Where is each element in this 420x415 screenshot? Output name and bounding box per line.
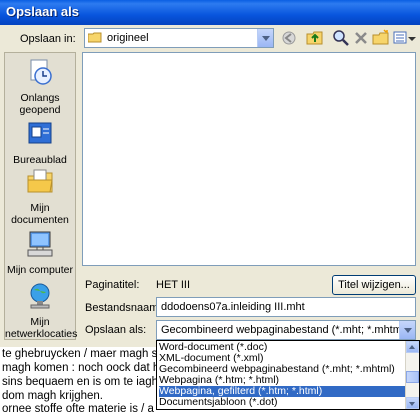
new-folder-icon[interactable] xyxy=(372,29,390,47)
scroll-down-arrow-icon[interactable] xyxy=(406,397,419,409)
change-title-button[interactable]: Titel wijzigen... xyxy=(332,275,416,295)
option-webpage-filtered[interactable]: Webpagina, gefilterd (*.htm; *.html) xyxy=(159,386,405,397)
document-line: sins bequaem en is om te iagh xyxy=(2,376,158,388)
save-as-dialog: Opslaan als Opslaan in: origineel Onlang… xyxy=(0,0,420,347)
scroll-up-arrow-icon[interactable] xyxy=(406,341,419,353)
option-word-document[interactable]: Word-document (*.doc) xyxy=(159,342,405,353)
save-in-label: Opslaan in: xyxy=(20,33,76,45)
file-name-input[interactable]: ddodoens07a.inleiding III.mht xyxy=(156,297,416,317)
place-label: Onlangs geopend xyxy=(19,92,61,116)
place-documents[interactable]: Mijn documenten xyxy=(5,167,75,226)
option-document-template[interactable]: Documentsjabloon (*.dot) xyxy=(159,397,405,408)
place-computer[interactable]: Mijn computer xyxy=(5,229,75,276)
dropdown-scrollbar[interactable] xyxy=(405,341,419,409)
scroll-thumb[interactable] xyxy=(406,371,419,383)
save-as-type-dropdown[interactable]: Gecombineerd webpaginabestand (*.mht; *.… xyxy=(156,320,416,340)
window-title: Opslaan als xyxy=(6,4,79,19)
save-in-dropdown[interactable]: origineel xyxy=(84,28,274,48)
chevron-down-icon[interactable] xyxy=(257,29,273,47)
my-documents-icon xyxy=(27,169,53,193)
page-title-value: HET III xyxy=(156,279,191,291)
save-as-type-label: Opslaan als: xyxy=(85,324,147,336)
search-web-icon[interactable] xyxy=(332,29,350,47)
my-computer-icon xyxy=(27,231,53,257)
save-as-type-value: Gecombineerd webpaginabestand (*.mht; *.… xyxy=(161,324,409,336)
document-line: te ghebruycken / maer magh s xyxy=(2,348,158,360)
back-icon[interactable] xyxy=(280,29,298,47)
up-folder-icon[interactable] xyxy=(306,29,324,47)
delete-icon[interactable] xyxy=(352,29,370,47)
place-label: Mijn computer xyxy=(7,264,73,276)
save-in-folder-name: origineel xyxy=(107,32,149,44)
place-network[interactable]: Mijn netwerklocaties xyxy=(5,281,78,340)
option-single-file-webpage[interactable]: Gecombineerd webpaginabestand (*.mht; *.… xyxy=(159,364,405,375)
desktop-icon xyxy=(28,122,52,144)
file-name-label: Bestandsnaam: xyxy=(85,302,162,314)
title-bar[interactable]: Opslaan als xyxy=(0,0,420,25)
recent-documents-icon xyxy=(30,59,52,85)
folder-icon xyxy=(88,32,102,43)
save-as-type-options: Word-document (*.doc) XML-document (*.xm… xyxy=(156,340,420,410)
place-label: Bureaublad xyxy=(13,154,67,166)
document-line: ornee stoffe ofte materie is / a xyxy=(2,403,154,415)
file-list[interactable] xyxy=(82,52,416,266)
tools-icon[interactable] xyxy=(406,29,418,47)
document-line: dom magh krijghen. xyxy=(2,390,103,402)
option-xml-document[interactable]: XML-document (*.xml) xyxy=(159,353,405,364)
chevron-down-icon[interactable] xyxy=(399,321,415,339)
page-title-label: Paginatitel: xyxy=(85,279,140,291)
network-places-icon xyxy=(30,283,50,309)
document-line: magh komen : noch oock dat h xyxy=(2,362,160,374)
place-label: Mijn netwerklocaties xyxy=(5,316,78,340)
place-recent[interactable]: Onlangs geopend xyxy=(5,57,75,116)
option-webpage[interactable]: Webpagina (*.htm; *.html) xyxy=(159,375,405,386)
place-label: Mijn documenten xyxy=(11,202,69,226)
places-bar: Onlangs geopend Bureaublad Mijn document… xyxy=(4,52,78,340)
place-desktop[interactable]: Bureaublad xyxy=(5,119,75,166)
